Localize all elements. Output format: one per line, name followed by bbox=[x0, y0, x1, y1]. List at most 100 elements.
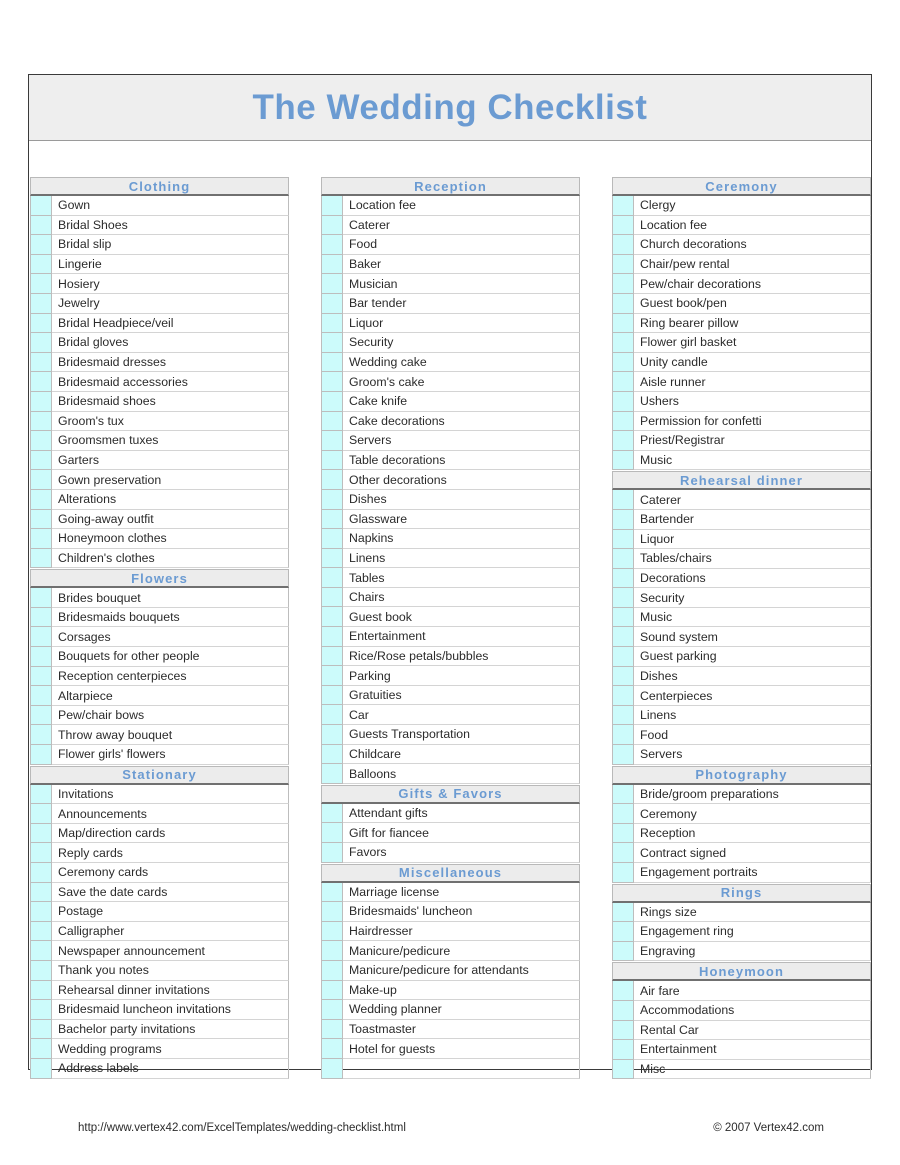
checkbox-cell[interactable] bbox=[612, 490, 634, 510]
checkbox-cell[interactable] bbox=[321, 352, 343, 373]
checkbox-cell[interactable] bbox=[612, 804, 634, 824]
checkbox-cell[interactable] bbox=[30, 254, 52, 275]
checkbox-cell[interactable] bbox=[30, 529, 52, 549]
checkbox-cell[interactable] bbox=[30, 882, 52, 903]
checkbox-cell[interactable] bbox=[321, 215, 343, 236]
checkbox-cell[interactable] bbox=[321, 470, 343, 490]
checkbox-cell[interactable] bbox=[321, 391, 343, 412]
checkbox-cell[interactable] bbox=[612, 293, 634, 314]
checkbox-cell[interactable] bbox=[321, 274, 343, 294]
checkbox-cell[interactable] bbox=[612, 235, 634, 255]
checkbox-cell[interactable] bbox=[612, 1020, 634, 1041]
checkbox-cell[interactable] bbox=[30, 941, 52, 961]
checkbox-cell[interactable] bbox=[30, 705, 52, 726]
checkbox-cell[interactable] bbox=[30, 548, 52, 569]
checkbox-cell[interactable] bbox=[321, 333, 343, 353]
checkbox-cell[interactable] bbox=[321, 843, 343, 863]
checkbox-cell[interactable] bbox=[30, 1019, 52, 1040]
checkbox-cell[interactable] bbox=[321, 450, 343, 471]
checkbox-cell[interactable] bbox=[321, 725, 343, 745]
checkbox-cell[interactable] bbox=[321, 627, 343, 647]
checkbox-cell[interactable] bbox=[321, 254, 343, 275]
checkbox-cell[interactable] bbox=[612, 352, 634, 373]
checkbox-cell[interactable] bbox=[321, 1019, 343, 1040]
checkbox-cell[interactable] bbox=[612, 274, 634, 294]
checkbox-cell[interactable] bbox=[30, 980, 52, 1001]
checkbox-cell[interactable] bbox=[321, 685, 343, 706]
checkbox-cell[interactable] bbox=[612, 391, 634, 412]
checkbox-cell[interactable] bbox=[30, 823, 52, 844]
checkbox-cell[interactable] bbox=[321, 529, 343, 549]
checkbox-cell[interactable] bbox=[612, 431, 634, 451]
checkbox-cell[interactable] bbox=[321, 1039, 343, 1059]
checkbox-cell[interactable] bbox=[612, 529, 634, 550]
checkbox-cell[interactable] bbox=[321, 744, 343, 765]
checkbox-cell[interactable] bbox=[30, 960, 52, 981]
checkbox-cell[interactable] bbox=[321, 902, 343, 922]
checkbox-cell[interactable] bbox=[612, 450, 634, 471]
checkbox-cell[interactable] bbox=[321, 1000, 343, 1020]
checkbox-cell[interactable] bbox=[321, 823, 343, 843]
checkbox-cell[interactable] bbox=[321, 313, 343, 334]
checkbox-cell[interactable] bbox=[612, 254, 634, 275]
checkbox-cell[interactable] bbox=[30, 804, 52, 824]
checkbox-cell[interactable] bbox=[30, 352, 52, 373]
checkbox-cell[interactable] bbox=[30, 450, 52, 471]
checkbox-cell[interactable] bbox=[30, 607, 52, 628]
checkbox-cell[interactable] bbox=[612, 902, 634, 923]
checkbox-cell[interactable] bbox=[612, 843, 634, 863]
checkbox-cell[interactable] bbox=[321, 196, 343, 216]
checkbox-cell[interactable] bbox=[30, 372, 52, 392]
checkbox-cell[interactable] bbox=[321, 509, 343, 530]
checkbox-cell[interactable] bbox=[30, 313, 52, 334]
checkbox-cell[interactable] bbox=[612, 509, 634, 530]
checkbox-cell[interactable] bbox=[30, 391, 52, 412]
checkbox-cell[interactable] bbox=[321, 372, 343, 392]
checkbox-cell[interactable] bbox=[321, 411, 343, 432]
checkbox-cell[interactable] bbox=[612, 313, 634, 334]
checkbox-cell[interactable] bbox=[612, 863, 634, 883]
checkbox-cell[interactable] bbox=[30, 293, 52, 314]
checkbox-cell[interactable] bbox=[30, 745, 52, 765]
checkbox-cell[interactable] bbox=[30, 686, 52, 706]
checkbox-cell[interactable] bbox=[612, 725, 634, 746]
checkbox-cell[interactable] bbox=[30, 627, 52, 648]
checkbox-cell[interactable] bbox=[321, 921, 343, 942]
checkbox-cell[interactable] bbox=[30, 196, 52, 216]
checkbox-cell[interactable] bbox=[321, 431, 343, 451]
checkbox-cell[interactable] bbox=[30, 588, 52, 608]
checkbox-cell[interactable] bbox=[321, 235, 343, 255]
checkbox-cell[interactable] bbox=[321, 1058, 343, 1079]
checkbox-cell[interactable] bbox=[612, 647, 634, 667]
checkbox-cell[interactable] bbox=[30, 431, 52, 451]
checkbox-cell[interactable] bbox=[30, 1039, 52, 1059]
checkbox-cell[interactable] bbox=[321, 646, 343, 667]
checkbox-cell[interactable] bbox=[30, 863, 52, 883]
checkbox-cell[interactable] bbox=[30, 1000, 52, 1020]
checkbox-cell[interactable] bbox=[30, 902, 52, 922]
checkbox-cell[interactable] bbox=[612, 941, 634, 962]
checkbox-cell[interactable] bbox=[30, 215, 52, 236]
checkbox-cell[interactable] bbox=[612, 1059, 634, 1080]
checkbox-cell[interactable] bbox=[612, 705, 634, 726]
checkbox-cell[interactable] bbox=[321, 548, 343, 569]
checkbox-cell[interactable] bbox=[321, 941, 343, 961]
checkbox-cell[interactable] bbox=[612, 1000, 634, 1021]
checkbox-cell[interactable] bbox=[30, 666, 52, 687]
checkbox-cell[interactable] bbox=[612, 372, 634, 392]
checkbox-cell[interactable] bbox=[30, 1058, 52, 1079]
checkbox-cell[interactable] bbox=[612, 627, 634, 648]
checkbox-cell[interactable] bbox=[30, 274, 52, 294]
checkbox-cell[interactable] bbox=[612, 549, 634, 569]
checkbox-cell[interactable] bbox=[612, 215, 634, 236]
checkbox-cell[interactable] bbox=[30, 333, 52, 353]
checkbox-cell[interactable] bbox=[612, 666, 634, 687]
checkbox-cell[interactable] bbox=[612, 568, 634, 589]
checkbox-cell[interactable] bbox=[321, 607, 343, 628]
checkbox-cell[interactable] bbox=[321, 587, 343, 608]
checkbox-cell[interactable] bbox=[30, 235, 52, 255]
checkbox-cell[interactable] bbox=[612, 922, 634, 942]
checkbox-cell[interactable] bbox=[30, 921, 52, 942]
checkbox-cell[interactable] bbox=[612, 823, 634, 844]
checkbox-cell[interactable] bbox=[30, 647, 52, 667]
